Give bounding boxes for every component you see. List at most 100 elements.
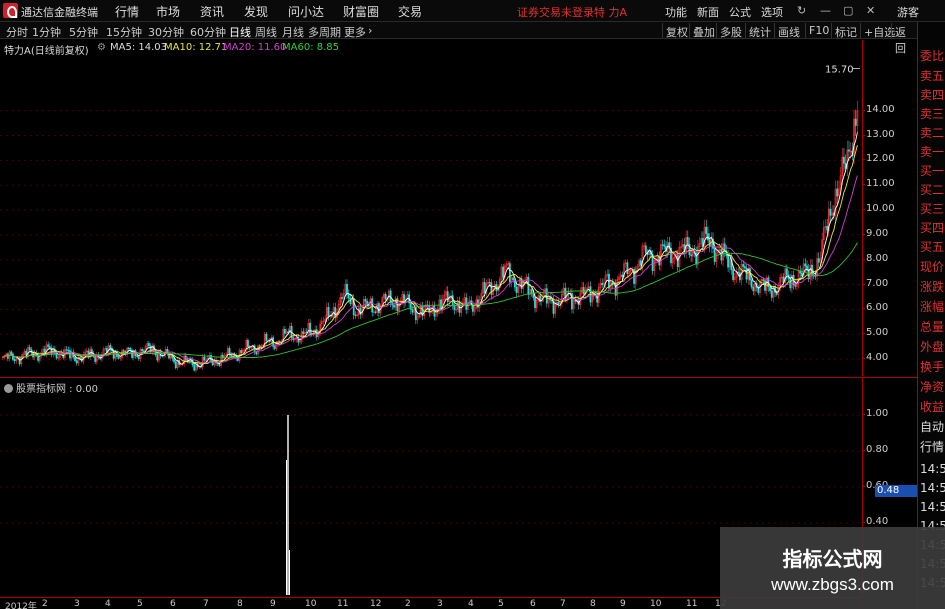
x-axis-tick: 3	[74, 599, 80, 609]
candle-body	[142, 350, 145, 352]
candle-body	[136, 355, 139, 358]
side-panel-row[interactable]: 外盘	[920, 338, 944, 355]
menu-market[interactable]: 市场	[156, 3, 180, 20]
side-panel-row[interactable]: 自动	[920, 418, 944, 435]
candle-body	[483, 282, 486, 294]
price-y-tick: 12.00	[862, 153, 895, 165]
candle-body	[148, 343, 150, 346]
side-panel-row[interactable]: 卖五	[920, 67, 944, 84]
candle-body	[47, 344, 50, 347]
tab-1min[interactable]: 1分钟	[32, 24, 61, 40]
side-panel-row[interactable]: 买四	[920, 219, 944, 236]
candle-body	[676, 255, 679, 268]
side-panel-row[interactable]: 收益	[920, 398, 944, 415]
tab-intraday[interactable]: 分时	[6, 24, 28, 40]
settings-icon[interactable]: ⚙	[97, 42, 106, 53]
stats-button[interactable]: 统计	[745, 23, 774, 39]
menu-wealth[interactable]: 财富圈	[343, 3, 379, 20]
f10-button[interactable]: F10	[805, 23, 832, 38]
side-panel-row[interactable]: 14:50	[920, 481, 945, 495]
adjust-button[interactable]: 复权	[662, 23, 691, 39]
side-panel-row[interactable]: 买二	[920, 181, 944, 198]
mark-button[interactable]: 标记	[831, 23, 860, 39]
function-button[interactable]: 功能	[665, 4, 687, 20]
candle-body	[378, 303, 380, 314]
side-panel-row[interactable]: 买一	[920, 162, 944, 179]
multi-stock-button[interactable]: 多股	[716, 23, 745, 39]
side-panel-row[interactable]: 买三	[920, 200, 944, 217]
menu-news[interactable]: 资讯	[200, 3, 224, 20]
candle-body	[240, 350, 243, 353]
tab-30min[interactable]: 30分钟	[148, 24, 184, 40]
side-panel-row[interactable]: 卖一	[920, 143, 944, 160]
restore-icon[interactable]: ▢	[843, 4, 853, 17]
candle-body	[374, 311, 377, 313]
price-y-tick: 14.00	[862, 103, 895, 115]
period-toolbar: 分时 1分钟 5分钟 15分钟 30分钟 60分钟 日线 周线 月线 多周期 更…	[0, 22, 917, 55]
panel-divider[interactable]	[0, 377, 917, 378]
side-panel-row[interactable]: 买五	[920, 238, 944, 255]
minimize-icon[interactable]: —	[820, 4, 831, 17]
candle-body	[228, 348, 231, 355]
watermark-title: 指标公式网	[782, 547, 883, 571]
side-panel-row[interactable]: 总量	[920, 318, 944, 335]
more-chevron-icon[interactable]: ›	[368, 24, 372, 37]
x-axis-tick: 2	[405, 599, 411, 609]
tab-5min[interactable]: 5分钟	[69, 24, 98, 40]
candle-body	[230, 354, 233, 358]
options-button[interactable]: 选项	[761, 4, 783, 20]
tab-monthly[interactable]: 月线	[282, 24, 304, 40]
side-panel-row[interactable]: 现价	[920, 258, 944, 275]
tab-more[interactable]: 更多	[344, 24, 366, 40]
candle-body	[794, 284, 797, 287]
candle-body	[826, 225, 829, 231]
x-axis-tick: 3	[437, 599, 443, 609]
stock-title: 特 力A	[594, 6, 628, 19]
refresh-icon[interactable]: ↻	[797, 4, 806, 17]
price-y-tick: 4.00	[861, 352, 889, 364]
candle-body	[75, 360, 78, 364]
candle-body	[364, 299, 367, 302]
tab-60min[interactable]: 60分钟	[190, 24, 226, 40]
side-panel-row[interactable]: 委比	[920, 47, 944, 64]
side-panel-row[interactable]: 行情	[920, 438, 944, 455]
new-page-button[interactable]: 新面	[697, 4, 719, 20]
side-panel-row[interactable]: 14:50	[920, 462, 945, 476]
close-icon[interactable]: ✕	[866, 4, 875, 17]
candle-body	[545, 288, 548, 304]
candle-body	[621, 274, 624, 277]
tab-weekly[interactable]: 周线	[255, 24, 277, 40]
side-panel-row[interactable]: 卖二	[920, 124, 944, 141]
x-axis-tick: 4	[468, 599, 474, 609]
chart-info-line: 特力A(日线前复权) ⚙ MA5: 14.03 MA10: 12.71 MA20…	[0, 40, 860, 57]
menu-discover[interactable]: 发现	[244, 3, 268, 20]
tab-multi-period[interactable]: 多周期	[308, 24, 341, 40]
watermark: 指标公式网 www.zbgs3.com	[720, 527, 945, 609]
tab-daily[interactable]: 日线	[229, 24, 251, 40]
candle-body	[265, 333, 268, 341]
back-button[interactable]: 返回	[891, 23, 917, 55]
price-chart[interactable]: 15.70 ←3.59	[0, 56, 860, 374]
overlay-button[interactable]: 叠加	[689, 23, 718, 39]
guest-label[interactable]: 游客	[897, 4, 919, 20]
side-panel-row[interactable]: 卖三	[920, 105, 944, 122]
menu-quotes[interactable]: 行情	[115, 3, 139, 20]
side-panel-row[interactable]: 净资	[920, 378, 944, 395]
x-axis-tick: 11	[337, 599, 349, 609]
side-panel-row[interactable]: 14:50	[920, 500, 945, 514]
tab-15min[interactable]: 15分钟	[106, 24, 142, 40]
login-status[interactable]: 证券交易未登录	[517, 4, 594, 20]
side-panel-row[interactable]: 涨幅	[920, 298, 944, 315]
quote-side-panel[interactable]: 委比卖五卖四卖三卖二卖一买一买二买三买四买五现价涨跌涨幅总量外盘换手净资收益自动…	[917, 22, 945, 609]
draw-line-button[interactable]: 画线	[774, 23, 803, 39]
candle-body	[203, 356, 206, 361]
candle-body	[727, 255, 729, 268]
formula-button[interactable]: 公式	[729, 4, 751, 20]
menu-trade[interactable]: 交易	[398, 3, 422, 20]
candle-body	[446, 291, 449, 302]
side-panel-row[interactable]: 涨跌	[920, 278, 944, 295]
side-panel-row[interactable]: 换手	[920, 358, 944, 375]
menu-ask[interactable]: 问小达	[288, 3, 324, 20]
side-panel-row[interactable]: 卖四	[920, 86, 944, 103]
candle-body	[806, 265, 808, 270]
